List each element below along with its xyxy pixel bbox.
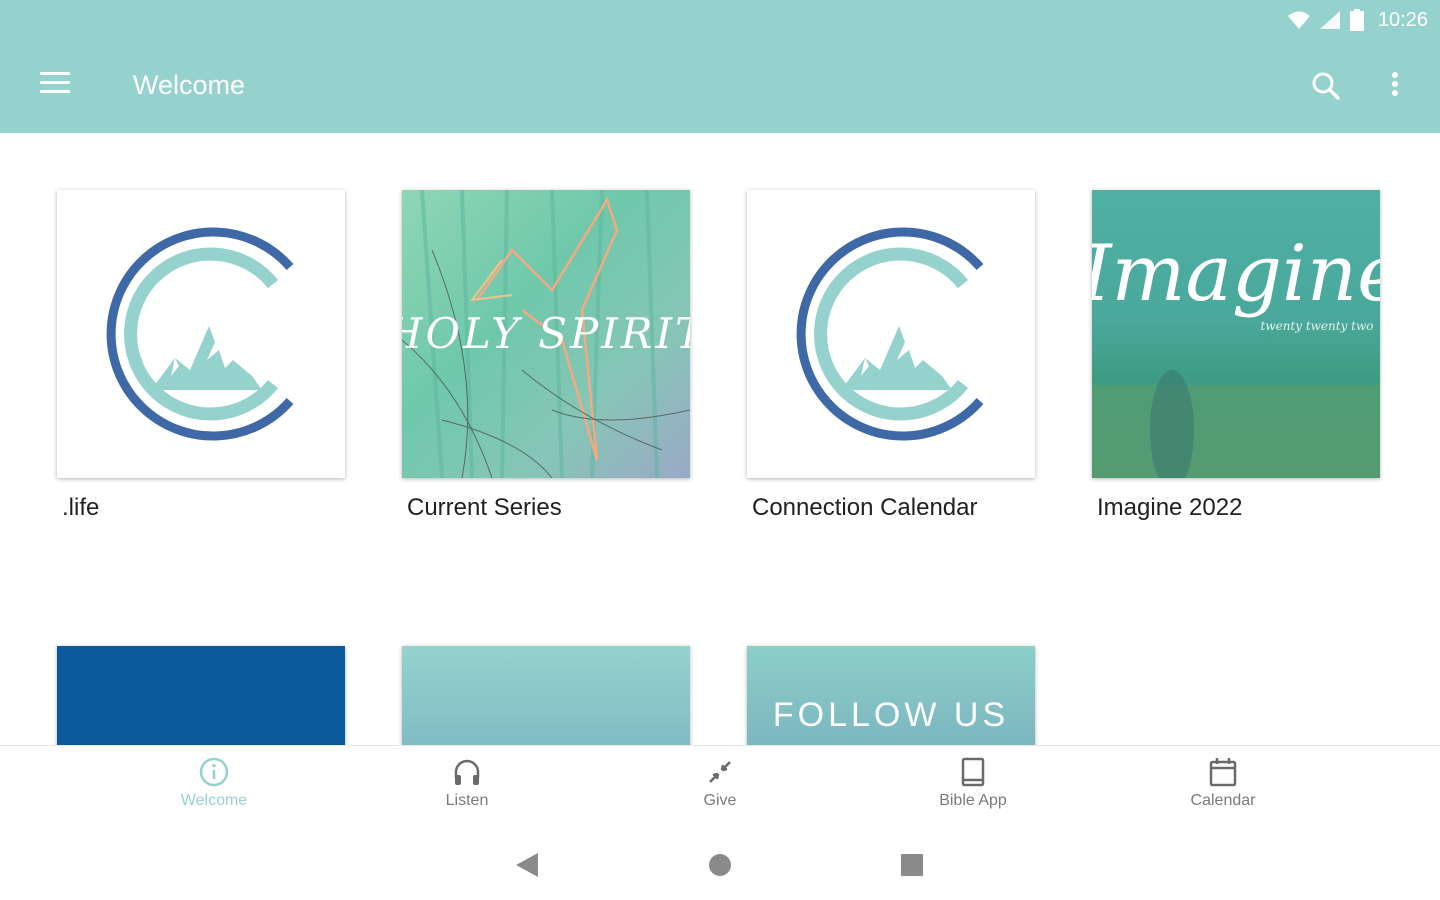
nav-label: Bible App: [939, 792, 1007, 809]
nav-bible-app[interactable]: Bible App: [893, 756, 1053, 826]
headphones-icon: [454, 759, 480, 785]
holy-spirit-artwork: HOLY SPIRIT: [402, 190, 690, 478]
home-icon[interactable]: [708, 853, 732, 877]
nav-listen[interactable]: Listen: [387, 756, 547, 826]
card-imagine-2022[interactable]: Imagine twenty twenty two Imagine 2022: [1092, 190, 1380, 521]
battery-icon: [1349, 9, 1364, 31]
search-icon[interactable]: [1310, 70, 1342, 102]
status-time: 10:26: [1377, 8, 1428, 31]
wifi-icon: [1287, 11, 1310, 29]
page-title: Welcome: [133, 70, 246, 100]
nav-give[interactable]: Give: [640, 756, 800, 826]
dark-blue-tile[interactable]: [57, 646, 345, 745]
nav-label: Calendar: [1190, 792, 1256, 809]
book-icon: [961, 757, 985, 787]
info-icon: [199, 757, 229, 787]
calendar-icon: [1209, 758, 1237, 787]
nav-label: Give: [703, 792, 737, 809]
card-life[interactable]: .life: [57, 190, 345, 521]
app-bar: 10:26 Welcome: [0, 0, 1440, 133]
imagine-art-subtext: twenty twenty two: [1261, 319, 1374, 333]
hamburger-menu-icon[interactable]: [40, 72, 70, 94]
imagine-art-text: Imagine: [1092, 229, 1380, 319]
card-label: Imagine 2022: [1097, 494, 1243, 521]
system-navigation-bar: [0, 833, 1440, 900]
card-label: .life: [62, 494, 100, 521]
signal-icon: [1319, 11, 1340, 29]
exchange-arrows-icon: [709, 761, 731, 783]
back-icon[interactable]: [514, 852, 540, 878]
nav-label: Welcome: [180, 792, 248, 809]
teal-gradient-tile[interactable]: [402, 646, 690, 745]
church-logo-image: [57, 190, 345, 478]
series-art-text: HOLY SPIRIT: [402, 309, 690, 358]
status-bar: 10:26: [1287, 6, 1428, 34]
recents-icon[interactable]: [900, 853, 924, 877]
church-logo-image: [747, 190, 1035, 478]
card-current-series[interactable]: HOLY SPIRIT Current Series: [402, 190, 690, 521]
content-grid: .life HOLY SPIRIT Current Series: [0, 133, 1440, 745]
imagine-artwork: Imagine twenty twenty two: [1092, 190, 1380, 478]
more-vert-icon[interactable]: [1385, 70, 1405, 102]
follow-us-tile[interactable]: FOLLOW US: [747, 646, 1035, 745]
card-label: Current Series: [407, 494, 562, 521]
nav-label: Listen: [445, 792, 489, 809]
card-connection-calendar[interactable]: Connection Calendar: [747, 190, 1035, 521]
nav-calendar[interactable]: Calendar: [1143, 756, 1303, 826]
bottom-navigation: Welcome Listen Give Bible App Calendar: [0, 745, 1440, 833]
nav-welcome[interactable]: Welcome: [134, 756, 294, 826]
follow-us-text: FOLLOW US: [772, 696, 1010, 734]
card-label: Connection Calendar: [752, 494, 978, 521]
